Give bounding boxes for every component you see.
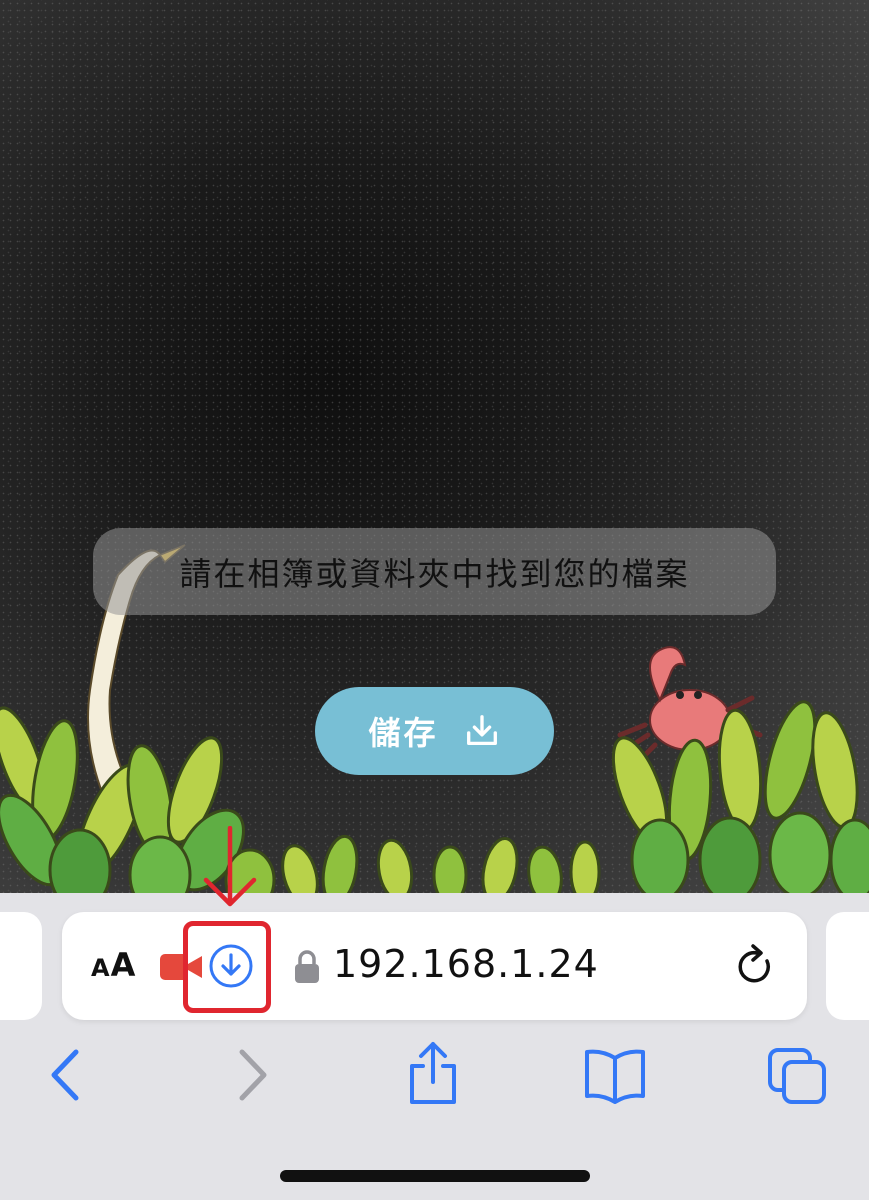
url-text[interactable]: 192.168.1.24: [333, 942, 599, 986]
toast-text: 請在相簿或資料夾中找到您的檔案: [179, 554, 690, 593]
next-tab-card[interactable]: [826, 912, 869, 1020]
web-page-content: 請在相簿或資料夾中找到您的檔案 儲存: [0, 0, 869, 893]
reload-icon[interactable]: [733, 943, 777, 989]
plants-middle: [281, 834, 601, 893]
download-tray-icon: [466, 715, 497, 746]
share-icon[interactable]: [404, 1040, 462, 1110]
highlight-box: [183, 921, 271, 1013]
arrow-down-icon: [203, 826, 257, 907]
text-size-button[interactable]: AA: [91, 946, 136, 984]
lock-icon: [295, 950, 319, 983]
info-toast: 請在相簿或資料夾中找到您的檔案: [93, 528, 776, 615]
text-size-small-a: A: [91, 954, 111, 982]
bookmarks-icon[interactable]: [582, 1040, 648, 1110]
home-indicator: [280, 1170, 590, 1182]
forward-icon[interactable]: [232, 1040, 276, 1110]
tabs-icon[interactable]: [766, 1040, 830, 1110]
text-size-large-a: A: [110, 946, 137, 984]
previous-tab-card[interactable]: [0, 912, 42, 1020]
save-button-label: 儲存: [368, 715, 439, 751]
back-icon[interactable]: [42, 1040, 86, 1110]
save-button[interactable]: 儲存: [315, 687, 554, 775]
